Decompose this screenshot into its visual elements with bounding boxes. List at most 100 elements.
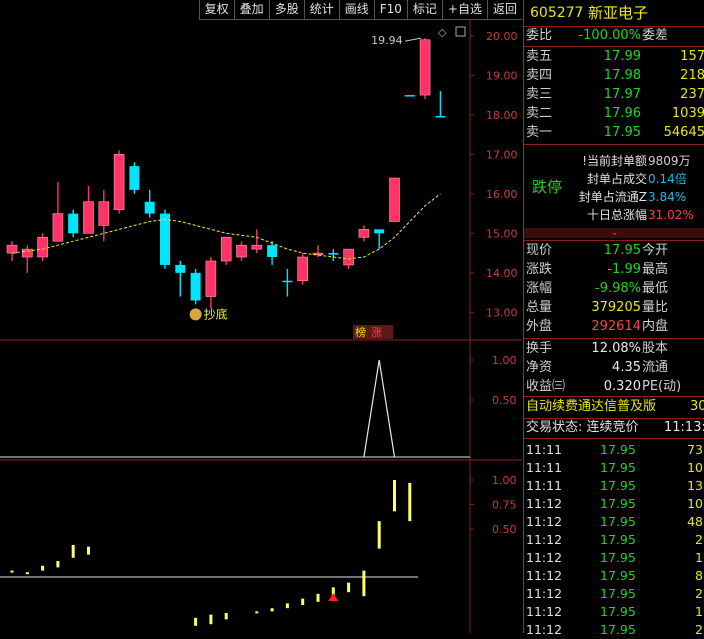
toolbar-button-6[interactable]: 标记 <box>406 0 442 20</box>
ad-tail: 30 <box>690 399 704 414</box>
p3-bar <box>87 546 90 555</box>
ask-row: 卖五 17.99 157 <box>524 48 704 66</box>
quote2-label: 收益㈢ <box>526 379 566 394</box>
p3-bar <box>10 570 14 573</box>
candle-body <box>251 244 263 250</box>
weicha-label: 委差 <box>642 28 669 43</box>
quote-row: 外盘 292614 内盘 <box>524 318 704 336</box>
tick-row: 11:11 17.95 73 <box>524 441 704 459</box>
candle-body <box>435 116 446 118</box>
p3-bar <box>209 614 213 625</box>
quote2-value: 12.08% <box>591 341 641 356</box>
quote2-label: 净资 <box>526 360 553 375</box>
expand-button[interactable]: ⌄ <box>524 228 704 238</box>
quote-value: 379205 <box>591 300 641 315</box>
bottom-signal-label: 抄底 <box>204 306 228 321</box>
p3-bar <box>362 570 366 597</box>
p3-bar <box>41 565 45 571</box>
ask-label: 卖一 <box>526 125 553 140</box>
quote-label: 涨跌 <box>526 262 553 277</box>
toolbar-button-1[interactable]: 叠加 <box>233 0 269 20</box>
tick-time: 11:12 <box>526 514 563 529</box>
toolbar-button-3[interactable]: 统计 <box>303 0 339 20</box>
p3-tick-label: 0.75 <box>492 499 517 512</box>
ask-price: 17.98 <box>603 68 641 83</box>
tick-price: 17.95 <box>600 568 636 583</box>
seal-label: 封单占成交 <box>586 172 647 186</box>
candle-body <box>404 95 415 97</box>
candle-body <box>374 229 385 234</box>
tick-volume: 2 <box>695 622 703 637</box>
ad-text: 自动续费通达信普及版 <box>526 399 657 414</box>
price-tick-label: 15.00 <box>486 227 518 240</box>
tick-volume: 10 <box>687 496 703 511</box>
candle-body <box>205 260 217 297</box>
ask-row: 卖四 17.98 218 <box>524 67 704 85</box>
tick-time: 11:11 <box>526 460 563 475</box>
p3-bar <box>393 480 396 512</box>
quote2-row: 收益㈢ 0.320 PE(动) <box>524 378 704 396</box>
tick-volume: 73 <box>687 442 703 457</box>
candle-body <box>21 248 33 258</box>
quote2-value: 0.320 <box>603 379 641 394</box>
seal-value: 31.02% <box>648 208 694 222</box>
p3-bar <box>301 598 305 605</box>
ask-row: 卖二 17.96 1039 <box>524 105 704 123</box>
weibi-row: 委比 -100.00% 委差 <box>524 27 704 45</box>
toolbar-button-2[interactable]: 多股 <box>268 0 304 20</box>
quote-value: 292614 <box>591 319 641 334</box>
price-tick-label: 14.00 <box>486 267 518 280</box>
chart-area[interactable]: 20.00 19.00 18.00 17.00 16.00 15.00 14.00 13.00… <box>0 20 522 633</box>
buy-arrow-icon <box>328 593 339 601</box>
p2-tick-label: 1.00 <box>492 354 517 367</box>
quote-row: 现价 17.95 今开 <box>524 242 704 260</box>
trade-status-row: 交易状态: 连续竞价 11:13: <box>524 419 704 437</box>
price-tick-label: 13.00 <box>486 306 518 319</box>
p3-bar <box>270 608 274 612</box>
p2-tick-label: 0.50 <box>492 394 517 407</box>
diamond-icon: ◇ <box>438 26 447 39</box>
high-price-label: 19.94 <box>371 34 403 47</box>
tick-row: 11:12 17.95 2 <box>524 531 704 549</box>
quote-label: 总量 <box>526 300 553 315</box>
ask-row: 卖一 17.95 54645 <box>524 124 704 142</box>
candle-body <box>175 264 186 273</box>
toolbar-button-0[interactable]: 复权 <box>198 0 234 20</box>
candle-body <box>358 229 370 238</box>
ask-volume: 54645 <box>663 125 704 140</box>
candle-body <box>113 154 125 210</box>
seal-value: 3.84% <box>648 190 687 204</box>
stock-code: 605277 <box>530 5 584 21</box>
p3-tick-label: 1.00 <box>492 474 517 487</box>
toolbar-button-7[interactable]: +自选 <box>441 0 487 20</box>
toolbar-button-4[interactable]: 画线 <box>338 0 374 20</box>
ask-volume: 1039 <box>671 106 704 121</box>
seal-label: 十日总涨幅 <box>586 208 647 222</box>
tick-volume: 48 <box>687 514 703 529</box>
tick-volume: 1 <box>695 604 703 619</box>
price-tick-label: 20.00 <box>486 30 518 43</box>
p3-bar <box>194 617 198 626</box>
candle-body <box>297 256 309 282</box>
seal-label: 封单占流通Z <box>578 190 647 204</box>
tick-time: 11:11 <box>526 478 563 493</box>
candle-body <box>328 253 339 255</box>
candle-body <box>6 244 18 254</box>
toolbar-button-8[interactable]: 返回 <box>486 0 522 20</box>
ask-price: 17.97 <box>603 87 641 102</box>
ask-label: 卖四 <box>526 68 553 83</box>
tick-volume: 2 <box>695 532 703 547</box>
p3-bar <box>316 593 320 602</box>
candle-body <box>220 236 232 262</box>
quote-panel: 605277 新亚电子 委比 -100.00% 委差 跌停 ⌄ 自动续费通达信普… <box>523 0 704 637</box>
toolbar-button-5[interactable]: F10 <box>373 0 407 20</box>
price-tick-label: 18.00 <box>486 109 518 122</box>
quote-value: -1.99 <box>607 262 641 277</box>
tick-volume: 13 <box>687 478 703 493</box>
quote2-value: 4.35 <box>612 360 641 375</box>
tick-time: 11:12 <box>526 622 563 637</box>
candle-body <box>52 213 64 242</box>
tick-price: 17.95 <box>600 478 636 493</box>
badge-rise: 涨 <box>371 326 382 339</box>
ad-bar[interactable]: 自动续费通达信普及版 30 <box>524 398 704 416</box>
